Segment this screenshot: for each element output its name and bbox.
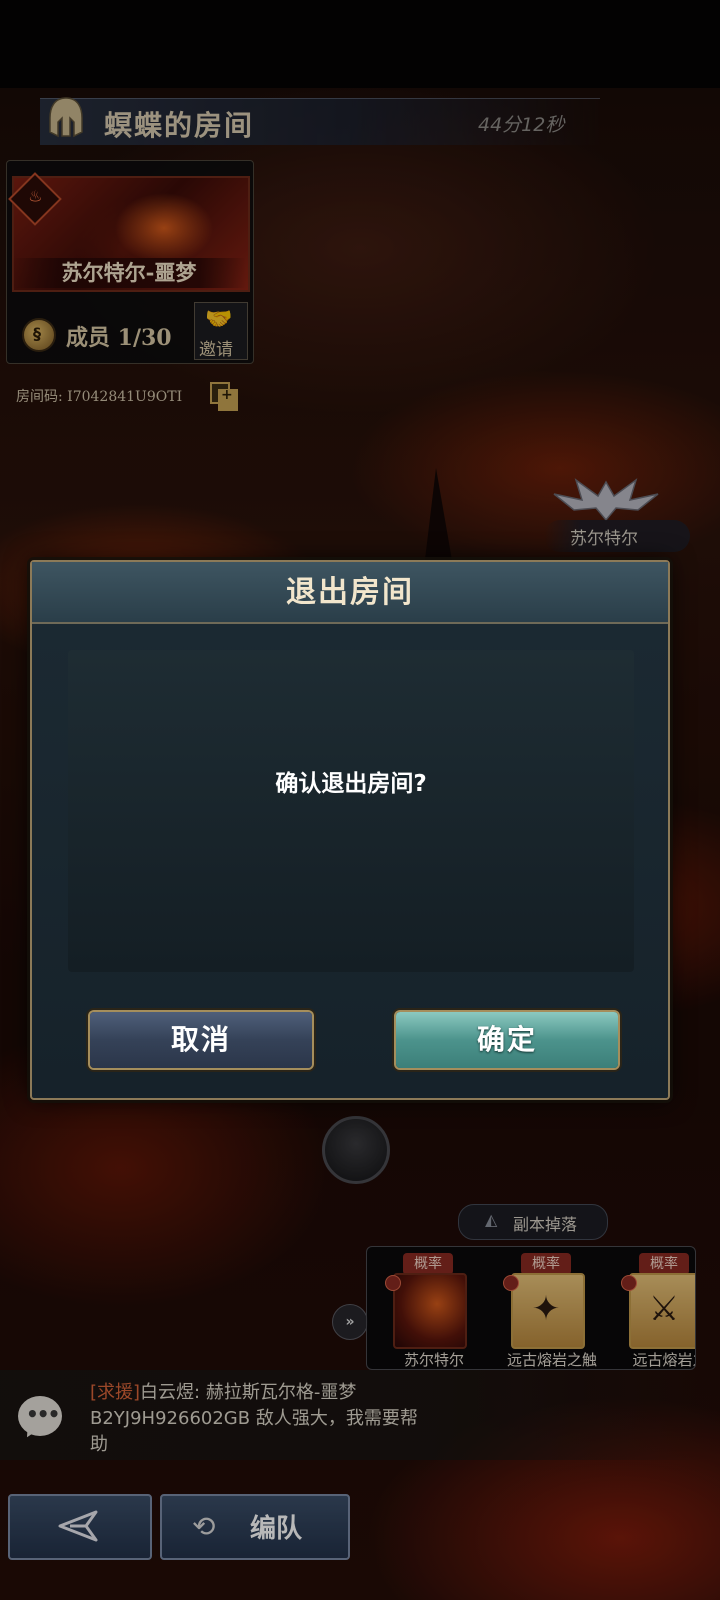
exit-room-dialog: 退出房间 确认退出房间? 取消 确定 [30, 560, 670, 1100]
dialog-body: 确认退出房间? [68, 650, 634, 972]
confirm-button[interactable]: 确定 [396, 1012, 618, 1068]
dialog-header: 退出房间 [32, 562, 668, 624]
cancel-button[interactable]: 取消 [90, 1012, 312, 1068]
dialog-message: 确认退出房间? [275, 771, 427, 797]
dialog-title: 退出房间 [286, 575, 414, 610]
